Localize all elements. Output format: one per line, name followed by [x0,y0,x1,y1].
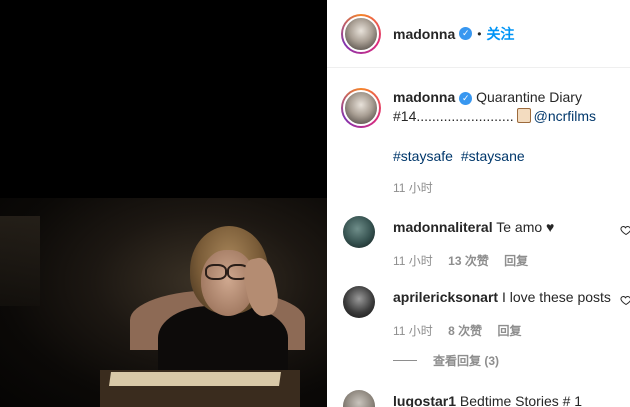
reply-button[interactable]: 回复 [504,254,528,268]
comment-likes[interactable]: 8 次赞 [448,324,482,338]
replies-divider [393,360,417,361]
commenter-avatar[interactable] [343,390,375,407]
heart-outline-icon[interactable] [620,224,630,236]
comment-body: lugostar1 Bedtime Stories # 1 [393,393,582,407]
follow-button[interactable]: 关注 [486,24,514,44]
scroll-emoji-icon [516,108,531,123]
author-avatar[interactable] [341,13,381,54]
commenter-avatar[interactable] [343,286,375,318]
verified-badge-icon: ✓ [459,27,473,40]
comment-likes[interactable]: 13 次赞 [448,254,489,268]
comment-text: I love these posts [501,289,611,305]
comment-meta: 11 小时 13 次赞 回复 [393,252,540,269]
heart-outline-icon[interactable] [620,294,630,306]
commenter-avatar[interactable] [343,216,375,248]
author-username[interactable]: madonna [393,26,455,42]
caption-hashtags: #staysafe #staysane [393,148,529,164]
comment-time[interactable]: 11 小时 [393,254,433,268]
view-replies-label[interactable]: 查看回复 (3) [433,354,499,368]
hashtag-link[interactable]: #staysafe [393,148,453,164]
comment-body: madonnaliteral Te amo ♥ [393,219,554,235]
caption-text: madonna ✓ Quarantine Diary #14...........… [393,88,623,128]
commenter-username[interactable]: aprilericksonart [393,289,498,305]
post-video-frame[interactable] [0,198,327,407]
comment-text: Bedtime Stories # 1 [459,393,583,407]
hashtag-link[interactable]: #staysane [461,148,525,164]
view-replies-button[interactable]: 查看回复 (3) [393,352,499,369]
comment-time[interactable]: 11 小时 [393,324,433,338]
post-caption: madonna ✓ Quarantine Diary #14...........… [341,88,626,128]
verified-badge-icon: ✓ [459,92,473,105]
background-lamp [0,216,40,306]
caption-mention-link[interactable]: @ncrfilms [534,108,596,124]
post-media[interactable] [0,0,327,407]
comment-meta: 11 小时 8 次赞 回复 [393,322,534,339]
caption-timestamp[interactable]: 11 小时 [393,179,433,196]
comment-body: aprilericksonart I love these posts [393,289,611,305]
caption-author-username[interactable]: madonna [393,89,455,105]
post-sidebar: madonna ✓ • 关注 madonna ✓ Quarantine Diary… [327,0,630,407]
commenter-username[interactable]: lugostar1 [393,393,456,407]
desk-paper [109,372,281,386]
reply-button[interactable]: 回复 [498,324,522,338]
comment-text: Te amo ♥ [496,219,555,235]
separator-dot: • [477,26,482,41]
caption-author-avatar[interactable] [341,88,381,128]
commenter-username[interactable]: madonnaliteral [393,219,493,235]
post-header: madonna ✓ • 关注 [327,0,630,68]
